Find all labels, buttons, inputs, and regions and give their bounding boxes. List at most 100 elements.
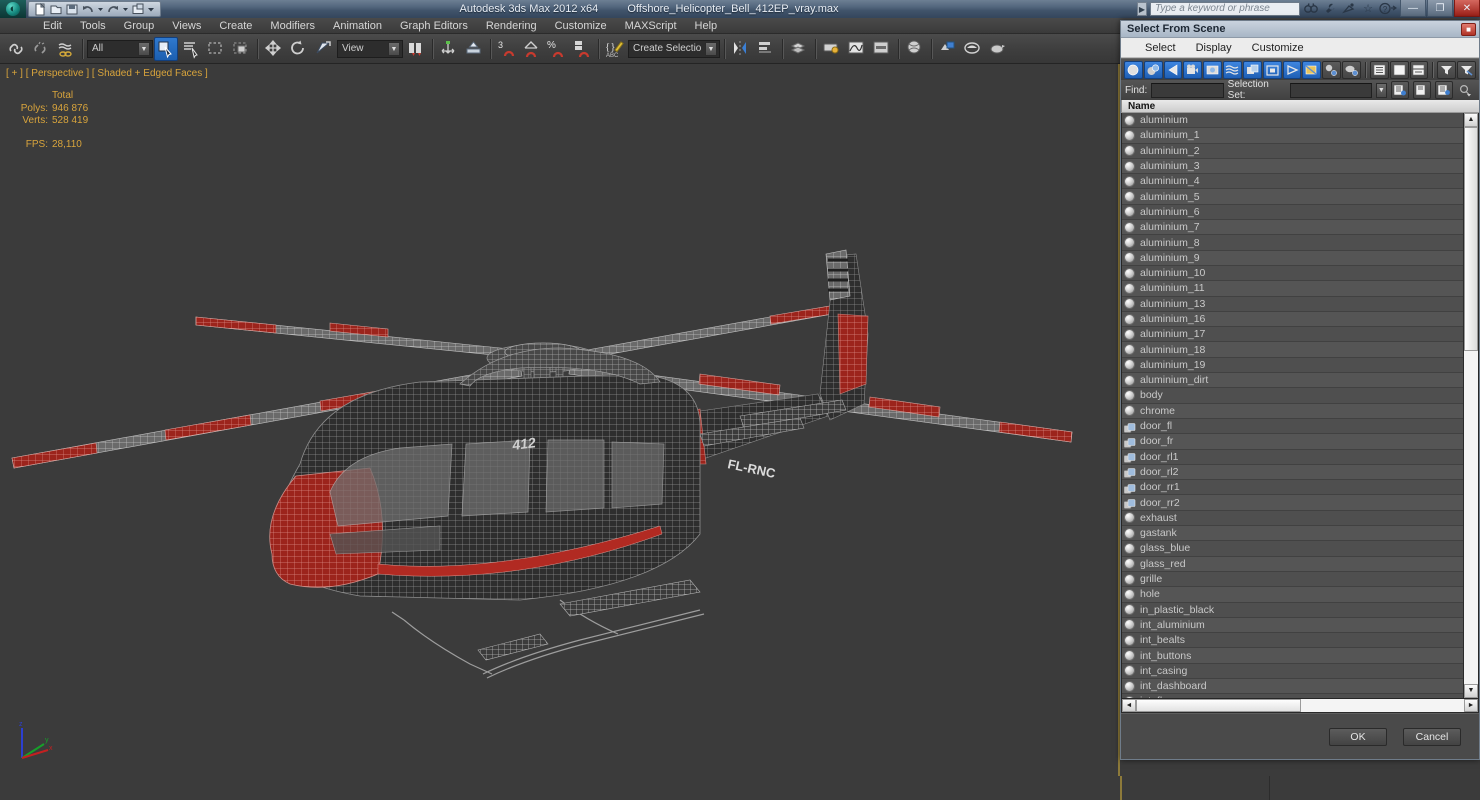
- find-input[interactable]: [1151, 82, 1224, 98]
- list-item[interactable]: aluminium_8: [1122, 235, 1463, 251]
- list-types-icon[interactable]: [1409, 60, 1429, 79]
- list-item[interactable]: glass_red: [1122, 556, 1463, 572]
- redo-dropdown-icon[interactable]: [122, 3, 129, 16]
- new-file-icon[interactable]: [33, 2, 47, 16]
- list-item[interactable]: int_floor: [1122, 694, 1463, 698]
- display-children-icon[interactable]: [1322, 60, 1342, 79]
- scroll-down-button[interactable]: ▼: [1464, 684, 1478, 698]
- list-item[interactable]: aluminium_7: [1122, 220, 1463, 236]
- list-item[interactable]: aluminium_2: [1122, 143, 1463, 159]
- dialog-menu-customize[interactable]: Customize: [1242, 40, 1314, 56]
- list-item[interactable]: aluminium: [1122, 113, 1463, 129]
- layer-manager-icon[interactable]: [787, 37, 811, 61]
- select-object-icon[interactable]: [154, 36, 178, 61]
- edit-named-selection-sets-icon[interactable]: {} ABC: [603, 37, 627, 61]
- render-setup-icon[interactable]: [936, 37, 960, 61]
- list-item[interactable]: int_dashboard: [1122, 678, 1463, 695]
- helicopter-model[interactable]: 412 FL-RNC: [0, 64, 1120, 776]
- menu-item-animation[interactable]: Animation: [324, 19, 391, 33]
- display-shapes-icon[interactable]: [1143, 60, 1163, 79]
- menu-item-group[interactable]: Group: [115, 19, 164, 33]
- chevron-down-icon[interactable]: ▼: [705, 41, 717, 56]
- wrench-icon[interactable]: [1322, 2, 1338, 16]
- list-item[interactable]: aluminium_3: [1122, 158, 1463, 175]
- list-item[interactable]: door_rl1: [1122, 449, 1463, 465]
- star-icon[interactable]: ☆: [1360, 2, 1376, 16]
- list-item[interactable]: int_buttons: [1122, 648, 1463, 664]
- list-item[interactable]: body: [1122, 388, 1463, 404]
- list-vertical-scrollbar[interactable]: ▲ ▼: [1463, 113, 1478, 698]
- named-selection-set-combo[interactable]: Create Selection Se ▼: [628, 39, 720, 58]
- scroll-up-button[interactable]: ▲: [1464, 113, 1478, 127]
- cancel-button[interactable]: Cancel: [1403, 727, 1461, 746]
- search-expand-arrow[interactable]: ▶: [1137, 2, 1147, 16]
- display-all-none-icon[interactable]: [1302, 60, 1322, 79]
- spinner-snap-toggle-2-icon[interactable]: [570, 37, 594, 61]
- menu-item-tools[interactable]: Tools: [71, 19, 115, 33]
- edit-selection-set-icon[interactable]: [1434, 81, 1453, 99]
- list-item[interactable]: aluminium_5: [1122, 189, 1463, 205]
- mirror-icon[interactable]: [729, 37, 753, 61]
- display-space-warps-icon[interactable]: [1223, 60, 1242, 79]
- menu-item-help[interactable]: Help: [686, 19, 727, 33]
- list-item[interactable]: glass_blue: [1122, 541, 1463, 557]
- select-from-scene-dialog[interactable]: Select From Scene ■ Select Display Custo…: [1120, 20, 1480, 760]
- display-groups-icon[interactable]: [1242, 60, 1262, 79]
- list-horizontal-scrollbar[interactable]: ◄ ►: [1121, 699, 1479, 713]
- undo-icon[interactable]: [81, 3, 95, 16]
- selection-set-input[interactable]: [1290, 82, 1373, 98]
- window-crossing-icon[interactable]: [229, 37, 253, 61]
- more-options-icon[interactable]: [1457, 81, 1475, 99]
- list-item[interactable]: door_fl: [1122, 418, 1463, 435]
- menu-item-edit[interactable]: Edit: [34, 19, 71, 33]
- undo-dropdown-icon[interactable]: [97, 3, 104, 16]
- list-item[interactable]: aluminium_9: [1122, 250, 1463, 266]
- scene-object-list[interactable]: aluminium aluminium_1 aluminium_2 aluminium…: [1121, 113, 1479, 699]
- horizontal-scroll-thumb[interactable]: [1136, 699, 1301, 712]
- list-item[interactable]: gastank: [1122, 526, 1463, 542]
- list-item[interactable]: hole: [1122, 587, 1463, 603]
- satellite-icon[interactable]: [1341, 2, 1357, 16]
- filter-icon[interactable]: [1437, 60, 1457, 79]
- open-file-icon[interactable]: [49, 3, 63, 16]
- dialog-menu-display[interactable]: Display: [1186, 40, 1242, 56]
- restore-button[interactable]: ❐: [1427, 0, 1453, 17]
- vertical-scroll-track[interactable]: [1464, 351, 1478, 684]
- select-and-manipulate-icon[interactable]: [437, 37, 461, 61]
- display-xrefs-icon[interactable]: [1262, 60, 1282, 79]
- list-item[interactable]: in_plastic_black: [1122, 602, 1463, 618]
- menu-item-modifiers[interactable]: Modifiers: [261, 19, 324, 33]
- list-item[interactable]: aluminium_4: [1122, 174, 1463, 190]
- snaps-toggle-icon[interactable]: [462, 37, 486, 61]
- collapse-all-icon[interactable]: [1389, 60, 1409, 79]
- selection-filter-combo[interactable]: All ▼: [87, 39, 153, 58]
- select-and-rotate-icon[interactable]: [287, 37, 311, 61]
- material-editor-icon[interactable]: [903, 37, 927, 61]
- application-menu-button[interactable]: ◐: [0, 0, 26, 18]
- list-item[interactable]: door_rr2: [1122, 495, 1463, 511]
- scroll-left-button[interactable]: ◄: [1122, 699, 1136, 712]
- list-item[interactable]: aluminium_1: [1122, 128, 1463, 144]
- minimize-button[interactable]: —: [1400, 0, 1426, 17]
- horizontal-scroll-track[interactable]: [1301, 699, 1464, 712]
- unlink-selection-icon[interactable]: [29, 37, 53, 61]
- add-selection-set-icon[interactable]: [1390, 81, 1409, 99]
- select-and-scale-icon[interactable]: [312, 37, 336, 61]
- menu-item-maxscript[interactable]: MAXScript: [616, 19, 686, 33]
- qat-dropdown-icon[interactable]: [147, 3, 156, 16]
- binoculars-icon[interactable]: [1303, 2, 1319, 16]
- reference-coordinate-combo[interactable]: View ▼: [337, 39, 403, 58]
- curve-editor-icon[interactable]: [845, 37, 869, 61]
- expand-all-icon[interactable]: [1369, 60, 1389, 79]
- list-item[interactable]: int_bealts: [1122, 633, 1463, 649]
- display-influences-icon[interactable]: [1342, 60, 1361, 79]
- vertical-scroll-thumb[interactable]: [1464, 127, 1478, 351]
- list-item[interactable]: chrome: [1122, 403, 1463, 419]
- rectangular-selection-region-icon[interactable]: [204, 37, 228, 61]
- dialog-title-bar[interactable]: Select From Scene ■: [1121, 21, 1479, 38]
- ok-button[interactable]: OK: [1329, 727, 1387, 746]
- list-item[interactable]: aluminium_13: [1122, 296, 1463, 312]
- list-item[interactable]: exhaust: [1122, 510, 1463, 527]
- list-item[interactable]: aluminium_6: [1122, 204, 1463, 221]
- angle-snap-toggle-icon[interactable]: 3: [495, 37, 519, 61]
